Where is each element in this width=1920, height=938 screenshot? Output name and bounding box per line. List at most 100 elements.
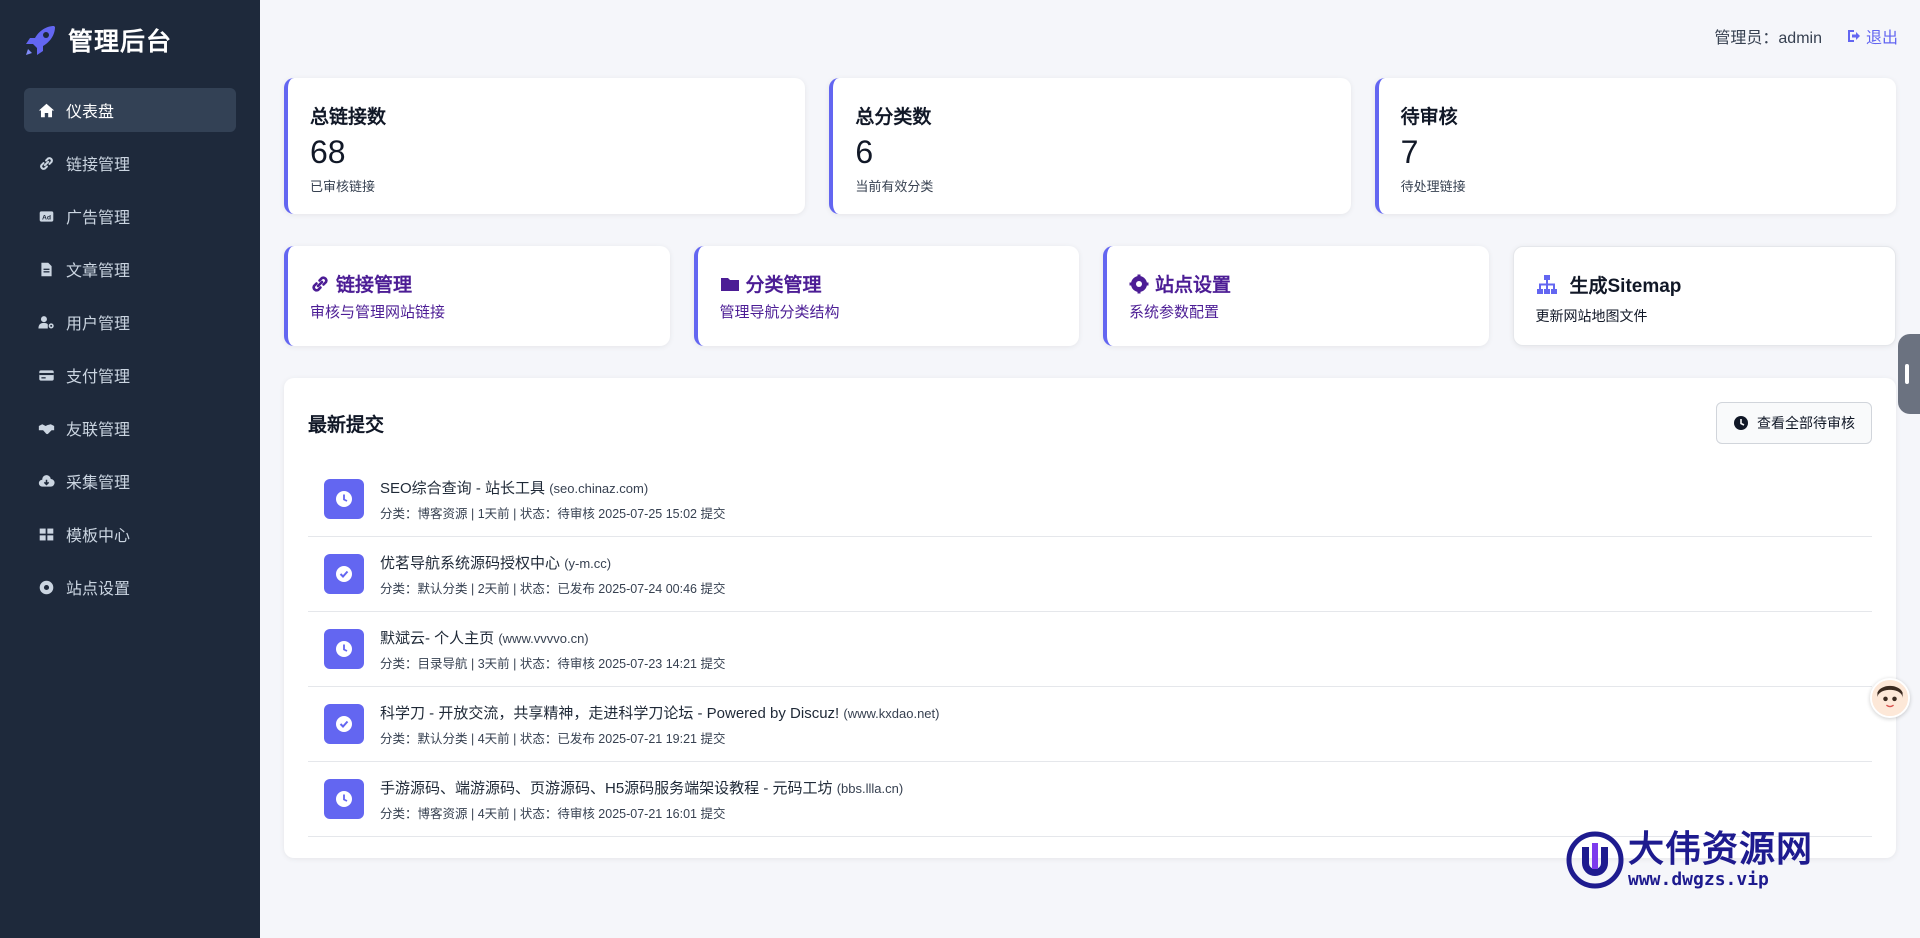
item-meta: 分类：博客资源 | 4天前 | 状态：待审核 2025-07-21 16:01 … bbox=[380, 806, 726, 821]
rocket-logo-icon bbox=[26, 26, 55, 55]
item-title[interactable]: 手游源码、端游源码、页游源码、H5源码服务端架设教程 - 元码工坊 bbox=[380, 780, 833, 797]
sidebar-item-settings[interactable]: 站点设置 bbox=[24, 565, 236, 609]
shortcut-sub: 管理导航分类结构 bbox=[719, 304, 840, 321]
item-domain: (www.kxdao.net) bbox=[843, 705, 940, 721]
sidebar-item-collect[interactable]: 采集管理 bbox=[24, 459, 236, 503]
stat-desc: 已审核链接 bbox=[310, 179, 376, 195]
sitemap-icon bbox=[1536, 274, 1557, 294]
sidebar-item-label: 仪表盘 bbox=[66, 104, 115, 121]
ad-icon: Ad bbox=[36, 206, 56, 226]
sidebar-item-label: 支付管理 bbox=[66, 369, 131, 386]
watermark-logo-icon bbox=[1566, 831, 1624, 889]
sidebar-item-dashboard[interactable]: 仪表盘 bbox=[24, 88, 236, 132]
view-all-pending-button[interactable]: 查看全部待审核 bbox=[1716, 402, 1872, 444]
credit-card-icon bbox=[36, 365, 56, 385]
item-domain: (bbs.llla.cn) bbox=[836, 780, 904, 796]
sidebar: 管理后台 仪表盘 链接管理 Ad 广告管理 文章管理 用户管理 支付管理 友联管… bbox=[0, 0, 260, 938]
shortcut-sub: 系统参数配置 bbox=[1129, 304, 1220, 321]
stat-value: 7 bbox=[1400, 134, 1419, 170]
stats-row: 总链接数 68 已审核链接 总分类数 6 当前有效分类 待审核 7 待处理链接 bbox=[284, 78, 1896, 214]
item-domain: (seo.chinaz.com) bbox=[549, 480, 649, 496]
stat-label: 待审核 bbox=[1400, 107, 1458, 128]
item-title[interactable]: 默斌云- 个人主页 bbox=[380, 630, 494, 647]
item-title[interactable]: 优茗导航系统源码授权中心 bbox=[380, 555, 560, 572]
cloud-download-icon bbox=[36, 471, 56, 491]
shortcut-title: 生成Sitemap bbox=[1569, 276, 1682, 297]
gear-icon bbox=[36, 577, 56, 597]
section-title: 最新提交 bbox=[308, 414, 385, 436]
shortcut-generate-sitemap[interactable]: 生成Sitemap 更新网站地图文件 bbox=[1512, 246, 1896, 346]
sign-out-icon bbox=[1847, 30, 1860, 42]
list-item[interactable]: SEO综合查询 - 站长工具 (seo.chinaz.com) 分类：博客资源 … bbox=[308, 462, 1872, 537]
stat-label: 总链接数 bbox=[310, 107, 387, 128]
folder-icon bbox=[720, 277, 739, 291]
link-icon bbox=[312, 275, 328, 292]
recent-submissions: 最新提交 查看全部待审核 SEO综合查询 - 站长工具 (seo.chinaz.… bbox=[284, 378, 1896, 858]
watermark-text: 大伟资源网 bbox=[1628, 827, 1814, 869]
item-meta: 分类：博客资源 | 1天前 | 状态：待审核 2025-07-25 15:02 … bbox=[380, 506, 726, 521]
sidebar-item-templates[interactable]: 模板中心 bbox=[24, 512, 236, 556]
shortcut-title: 站点设置 bbox=[1155, 275, 1232, 296]
stat-desc: 当前有效分类 bbox=[855, 179, 934, 195]
brand-name: 管理后台 bbox=[68, 28, 173, 56]
item-meta: 分类：默认分类 | 4天前 | 状态：已发布 2025-07-21 19:21 … bbox=[380, 731, 726, 746]
shortcut-title: 链接管理 bbox=[336, 275, 413, 296]
shortcut-row: 链接管理 审核与管理网站链接 分类管理 管理导航分类结构 站点设置 系统参数配置… bbox=[284, 246, 1896, 346]
main-content: 总链接数 68 已审核链接 总分类数 6 当前有效分类 待审核 7 待处理链接 … bbox=[284, 78, 1896, 858]
file-icon bbox=[36, 259, 56, 279]
item-meta: 分类：目录导航 | 3天前 | 状态：待审核 2025-07-23 14:21 … bbox=[380, 656, 726, 671]
side-drawer-handle[interactable] bbox=[1898, 334, 1920, 414]
sidebar-item-label: 用户管理 bbox=[66, 316, 131, 333]
item-title[interactable]: 科学刀 - 开放交流，共享精神，走进科学刀论坛 - Powered by Dis… bbox=[380, 705, 839, 722]
stat-card-pending: 待审核 7 待处理链接 bbox=[1374, 78, 1896, 214]
stat-label: 总分类数 bbox=[855, 107, 932, 128]
sidebar-item-label: 文章管理 bbox=[66, 263, 131, 280]
brand[interactable]: 管理后台 bbox=[0, 0, 260, 80]
stat-card-categories: 总分类数 6 当前有效分类 bbox=[829, 78, 1351, 214]
admin-label: 管理员：admin bbox=[1714, 30, 1822, 47]
stat-value: 6 bbox=[855, 134, 874, 170]
sidebar-item-label: 广告管理 bbox=[66, 210, 131, 227]
check-circle-icon bbox=[324, 554, 364, 594]
logout-label: 退出 bbox=[1865, 30, 1898, 47]
sidebar-item-friendlinks[interactable]: 友联管理 bbox=[24, 406, 236, 450]
stat-desc: 待处理链接 bbox=[1400, 179, 1466, 195]
home-icon bbox=[36, 100, 56, 120]
shortcut-link-management[interactable]: 链接管理 审核与管理网站链接 bbox=[284, 246, 670, 346]
view-all-label: 查看全部待审核 bbox=[1757, 415, 1855, 431]
item-title[interactable]: SEO综合查询 - 站长工具 bbox=[380, 480, 545, 497]
sidebar-item-label: 链接管理 bbox=[66, 157, 131, 174]
list-item[interactable]: 默斌云- 个人主页 (www.vvvvo.cn) 分类：目录导航 | 3天前 |… bbox=[308, 612, 1872, 687]
sidebar-item-articles[interactable]: 文章管理 bbox=[24, 247, 236, 291]
link-icon bbox=[36, 153, 56, 173]
item-domain: (y-m.cc) bbox=[564, 555, 612, 571]
stat-card-links: 总链接数 68 已审核链接 bbox=[284, 78, 806, 214]
sidebar-item-links[interactable]: 链接管理 bbox=[24, 141, 236, 185]
list-item[interactable]: 手游源码、端游源码、页游源码、H5源码服务端架设教程 - 元码工坊 (bbs.l… bbox=[308, 762, 1872, 837]
clock-icon bbox=[324, 779, 364, 819]
watermark-url: www.dwgzs.vip bbox=[1628, 868, 1769, 890]
clock-icon bbox=[324, 629, 364, 669]
sidebar-item-users[interactable]: 用户管理 bbox=[24, 300, 236, 344]
gear-icon bbox=[1129, 274, 1149, 293]
sidebar-item-payments[interactable]: 支付管理 bbox=[24, 353, 236, 397]
sidebar-item-label: 采集管理 bbox=[66, 475, 131, 492]
list-item[interactable]: 优茗导航系统源码授权中心 (y-m.cc) 分类：默认分类 | 2天前 | 状态… bbox=[308, 537, 1872, 612]
grid-icon bbox=[36, 524, 56, 544]
user-gear-icon bbox=[36, 312, 56, 332]
logout-button[interactable]: 退出 bbox=[1846, 24, 1898, 48]
sidebar-nav: 仪表盘 链接管理 Ad 广告管理 文章管理 用户管理 支付管理 友联管理 采集管 bbox=[0, 88, 260, 609]
shortcut-title: 分类管理 bbox=[745, 275, 822, 296]
sidebar-item-label: 站点设置 bbox=[66, 581, 131, 598]
shortcut-sub: 更新网站地图文件 bbox=[1535, 308, 1648, 324]
shortcut-category-management[interactable]: 分类管理 管理导航分类结构 bbox=[693, 246, 1079, 346]
clock-icon bbox=[324, 479, 364, 519]
sidebar-item-ads[interactable]: Ad 广告管理 bbox=[24, 194, 236, 238]
list-item[interactable]: 科学刀 - 开放交流，共享精神，走进科学刀论坛 - Powered by Dis… bbox=[308, 687, 1872, 762]
check-circle-icon bbox=[324, 704, 364, 744]
item-domain: (www.vvvvo.cn) bbox=[498, 630, 589, 646]
topbar: 管理员：admin 退出 bbox=[1714, 24, 1898, 48]
handshake-icon bbox=[36, 418, 56, 438]
assistant-avatar-icon[interactable] bbox=[1870, 678, 1910, 718]
shortcut-site-settings[interactable]: 站点设置 系统参数配置 bbox=[1103, 246, 1489, 346]
